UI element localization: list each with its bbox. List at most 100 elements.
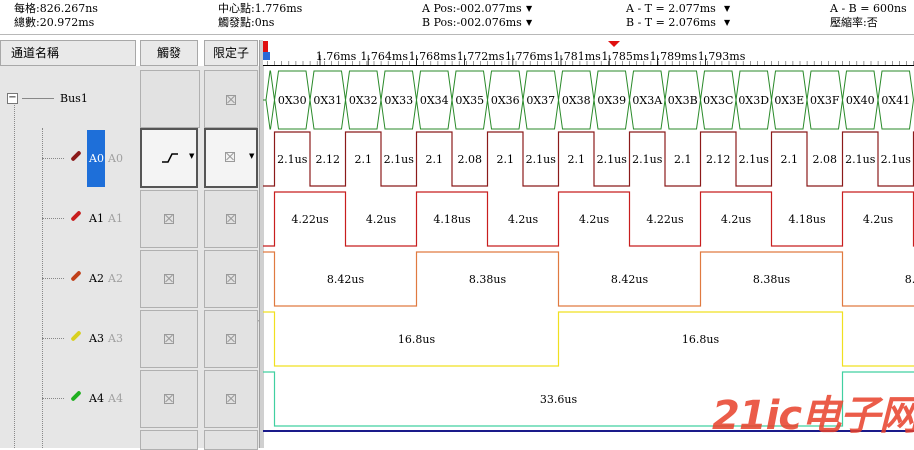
- tree-line: [42, 128, 44, 448]
- channel-alias-a0: A0: [108, 152, 123, 165]
- rising-edge-icon: [162, 153, 178, 163]
- b-pos-dropdown-icon[interactable]: ▼: [526, 18, 532, 27]
- a2-trigger-cell[interactable]: [140, 250, 198, 308]
- bus-waveform: 0X30 0X31 0X32 0X33 0X34 0X35 0X36 0X37 0X38 0X39…: [263, 70, 914, 130]
- a-pos-dropdown-icon[interactable]: ▼: [526, 4, 532, 13]
- a0-trigger-cell[interactable]: ▼: [140, 128, 198, 188]
- bus-trigger-cell[interactable]: [140, 70, 200, 128]
- channel-name-a4[interactable]: A4: [89, 392, 104, 405]
- channel-name-a2[interactable]: A2: [89, 272, 104, 285]
- qualifier-header[interactable]: 限定子: [204, 40, 258, 66]
- bus-value-label: 0X3D: [738, 94, 769, 107]
- signal-trace: [263, 311, 914, 367]
- disabled-box-icon: [164, 214, 174, 224]
- a4-qualifier-cell[interactable]: [204, 370, 258, 428]
- bus-qualifier-cell[interactable]: [204, 70, 258, 128]
- probe-icon: [70, 270, 82, 282]
- b-minus-t-dropdown-icon[interactable]: ▼: [724, 18, 730, 27]
- bus-value-label: 0X40: [846, 94, 875, 107]
- trigger-dropdown-icon[interactable]: ▼: [189, 152, 194, 160]
- probe-icon: [70, 150, 82, 162]
- bus-value-label: 0X41: [881, 94, 910, 107]
- a0-pulse-width-label: 2.1us: [277, 153, 308, 166]
- channel-name-header[interactable]: 通道名稱: [0, 40, 136, 66]
- tick-label: 1.764ms: [360, 50, 408, 63]
- disabled-box-icon: [226, 214, 236, 224]
- a5-trigger-cell[interactable]: [140, 430, 198, 450]
- a2-pulse-width-label: 8.42us: [611, 273, 649, 286]
- probe-icon: [70, 210, 82, 222]
- b-pos-readout: B Pos:-002.076ms: [422, 16, 522, 29]
- qualifier-dropdown-icon[interactable]: ▼: [249, 152, 254, 160]
- a1-pulse-width-label: 4.2us: [508, 213, 539, 226]
- bus-value-label: 0X3B: [668, 94, 698, 107]
- a-minus-t-dropdown-icon[interactable]: ▼: [724, 4, 730, 13]
- a0-pulse-width-label: 2.1: [426, 153, 444, 166]
- a3-trigger-cell[interactable]: [140, 310, 198, 368]
- a5-qualifier-cell[interactable]: [204, 430, 258, 450]
- channel-list: − Bus1 A0 A0 ▼ ▼ A1 A1 A2 A2 A3 A3 A4 A4…: [0, 66, 262, 450]
- a1-waveform: 4.22us 4.2us 4.18us 4.2us 4.2us 4.22us 4.2us 4.…: [263, 191, 914, 247]
- per-div-readout: 每格:826.267ns: [14, 2, 98, 15]
- channel-name-a0[interactable]: A0: [89, 152, 104, 165]
- a2-qualifier-cell[interactable]: [204, 250, 258, 308]
- channel-name-a3[interactable]: A3: [89, 332, 104, 345]
- trigger-point-readout: 觸發點:0ns: [218, 16, 275, 29]
- a0-pulse-width-label: 2.1us: [739, 153, 770, 166]
- tree-line: [14, 99, 16, 448]
- bus-value-label: 0X3F: [810, 94, 840, 107]
- bus-value-label: 0X30: [278, 94, 307, 107]
- channel-alias-a2: A2: [108, 272, 123, 285]
- disabled-box-icon: [226, 394, 236, 404]
- trigger-header[interactable]: 觸發: [140, 40, 198, 66]
- a3-qualifier-cell[interactable]: [204, 310, 258, 368]
- collapse-bus-toggle[interactable]: −: [7, 93, 18, 104]
- bus-value-label: 0X31: [313, 94, 342, 107]
- disabled-box-icon: [164, 274, 174, 284]
- disabled-box-icon: [164, 394, 174, 404]
- tree-branch: [42, 218, 64, 219]
- probe-icon: [70, 390, 82, 402]
- disabled-box-icon: [226, 274, 236, 284]
- a0-qualifier-cell[interactable]: ▼: [204, 128, 258, 188]
- a0-pulse-width-label: 2.1us: [845, 153, 876, 166]
- a1-pulse-width-label: 4.2us: [579, 213, 610, 226]
- a1-pulse-width-label: 4.18us: [788, 213, 826, 226]
- disabled-box-icon: [225, 152, 235, 162]
- timeline-ruler[interactable]: 1.76ms 1.764ms 1.768ms 1.772ms 1.776ms 1.781m…: [263, 40, 914, 66]
- a0-pulse-width-label: 2.12: [316, 153, 341, 166]
- a1-pulse-width-label: 4.2us: [721, 213, 752, 226]
- b-minus-t-readout: B - T = 2.076ms: [626, 16, 716, 29]
- tree-branch: [42, 158, 64, 159]
- a0-pulse-width-label: 2.1: [568, 153, 586, 166]
- cursor-a-flag: [263, 41, 268, 52]
- a1-trigger-cell[interactable]: [140, 190, 198, 248]
- disabled-box-icon: [226, 95, 236, 105]
- bus-label[interactable]: Bus1: [60, 92, 88, 105]
- a0-pulse-width-label: 2.1us: [597, 153, 628, 166]
- bus-value-label: 0X38: [562, 94, 591, 107]
- a1-pulse-width-label: 4.18us: [433, 213, 471, 226]
- tick-label: 1.793ms: [698, 50, 746, 63]
- a0-pulse-width-label: 2.1us: [526, 153, 557, 166]
- tick-label: 1.768ms: [409, 50, 457, 63]
- a2-pulse-width-label: 8.38us: [753, 273, 791, 286]
- watermark-logo: 21ic电子网: [712, 393, 914, 439]
- a3-pulse-width-label: 16.8us: [682, 333, 720, 346]
- disabled-box-icon: [226, 334, 236, 344]
- tick-label: 1.789ms: [650, 50, 698, 63]
- tree-branch: [42, 338, 64, 339]
- a1-qualifier-cell[interactable]: [204, 190, 258, 248]
- a0-pulse-width-label: 2.1: [674, 153, 692, 166]
- a0-pulse-width-label: 2.1us: [384, 153, 415, 166]
- waveform-display[interactable]: 1.76ms 1.764ms 1.768ms 1.772ms 1.776ms 1.781m…: [263, 40, 914, 448]
- channel-name-a1[interactable]: A1: [89, 212, 104, 225]
- a0-waveform: 2.1us 2.12 2.1 2.1us 2.1 2.08 2.1 2.1us 2.1 2.1us…: [263, 131, 914, 187]
- tree-branch: [42, 398, 64, 399]
- a-minus-t-readout: A - T = 2.077ms: [626, 2, 716, 15]
- status-bar: 每格:826.267ns 總數:20.972ms 中心點:1.776ms 觸發點…: [0, 0, 914, 35]
- bus-value-label: 0X39: [597, 94, 626, 107]
- a3-pulse-width-label: 16.8us: [398, 333, 436, 346]
- a4-trigger-cell[interactable]: [140, 370, 198, 428]
- channel-alias-a3: A3: [108, 332, 123, 345]
